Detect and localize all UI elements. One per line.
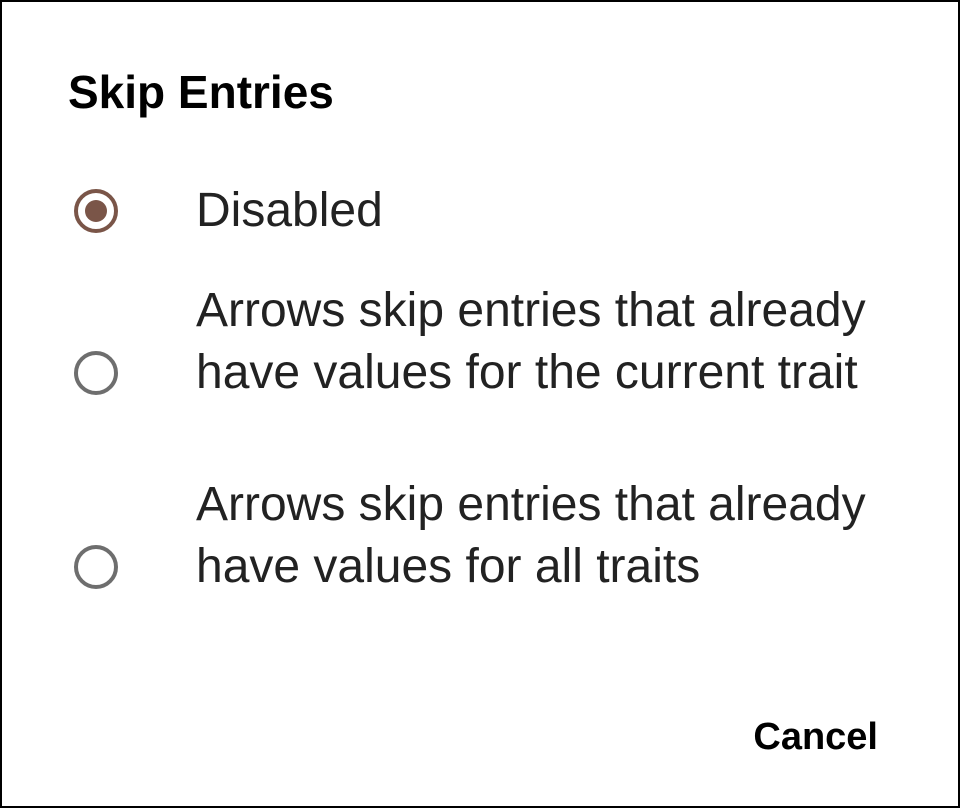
dialog-title: Skip Entries bbox=[68, 66, 334, 118]
option-disabled[interactable]: Disabled bbox=[2, 180, 958, 242]
radio-unchecked-icon[interactable] bbox=[74, 351, 118, 395]
radio-dot-icon bbox=[85, 200, 107, 222]
option-skip-all-traits[interactable]: Arrows skip entries that already have va… bbox=[2, 474, 958, 660]
option-label-disabled: Disabled bbox=[196, 184, 383, 237]
option-label-skip-all-traits: Arrows skip entries that already have va… bbox=[196, 478, 866, 593]
option-label-skip-current-trait: Arrows skip entries that already have va… bbox=[196, 284, 866, 399]
skip-entries-dialog: Skip Entries Disabled Arrows skip entrie… bbox=[0, 0, 960, 808]
cancel-button[interactable]: Cancel bbox=[753, 714, 878, 760]
radio-unchecked-icon[interactable] bbox=[74, 545, 118, 589]
radio-checked-icon[interactable] bbox=[74, 189, 118, 233]
option-skip-current-trait[interactable]: Arrows skip entries that already have va… bbox=[2, 280, 958, 466]
